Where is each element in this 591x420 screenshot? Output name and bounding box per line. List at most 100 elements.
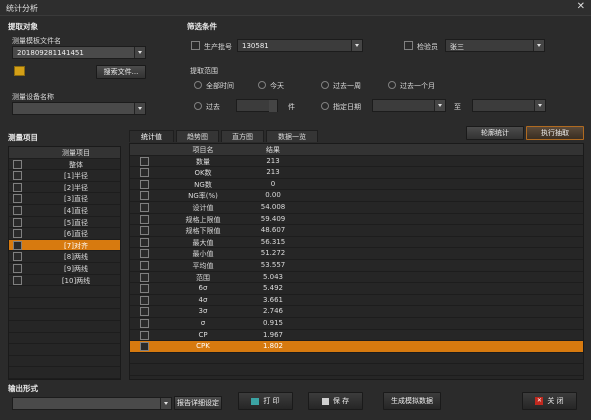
table-row[interactable] xyxy=(130,353,583,365)
list-item[interactable] xyxy=(9,309,120,321)
radio-date[interactable] xyxy=(321,102,329,110)
row-checkbox[interactable] xyxy=(140,330,149,340)
row-checkbox[interactable] xyxy=(140,272,149,282)
close-button[interactable]: ✕ 关 闭 xyxy=(522,392,577,410)
table-row[interactable]: 4σ 3.661 xyxy=(130,295,583,307)
list-item[interactable]: [8]两线 xyxy=(9,251,120,263)
row-checkbox[interactable] xyxy=(13,171,22,181)
tab-histogram[interactable]: 直方图 xyxy=(221,130,264,142)
table-row[interactable]: OK数 213 xyxy=(130,167,583,179)
row-checkbox[interactable] xyxy=(13,194,22,204)
spin-down-icon[interactable] xyxy=(269,106,277,112)
list-item[interactable]: [6]直径 xyxy=(9,228,120,240)
row-checkbox[interactable] xyxy=(140,295,149,305)
row-checkbox[interactable] xyxy=(140,260,149,270)
chevron-down-icon[interactable] xyxy=(134,47,145,58)
row-checkbox[interactable] xyxy=(13,229,22,239)
stats-grid[interactable]: 项目名 结果 数量 213 OK数 213 NG数 0 NG率(%) 0.00 设计值 54.00… xyxy=(129,143,584,380)
generate-mock-button[interactable]: 生成模拟数据 xyxy=(383,392,441,410)
list-item[interactable]: [4]直径 xyxy=(9,205,120,217)
table-row[interactable]: σ 0.915 xyxy=(130,318,583,330)
list-item[interactable] xyxy=(9,321,120,333)
inspector-checkbox[interactable] xyxy=(404,41,413,50)
search-file-button[interactable]: 搜索文件... xyxy=(96,65,146,79)
row-checkbox[interactable] xyxy=(140,156,149,166)
list-item[interactable]: [1]半径 xyxy=(9,170,120,182)
table-row[interactable]: 设计值 54.008 xyxy=(130,202,583,214)
chevron-down-icon[interactable] xyxy=(351,40,362,51)
list-item[interactable]: [7]对齐 xyxy=(9,239,120,252)
row-checkbox[interactable] xyxy=(140,307,149,317)
table-row[interactable]: 数量 213 xyxy=(130,156,583,168)
row-checkbox[interactable] xyxy=(140,284,149,294)
output-format-combo[interactable] xyxy=(12,397,172,410)
past-count-spinner[interactable] xyxy=(236,99,278,112)
radio-all-time[interactable] xyxy=(194,81,202,89)
row-checkbox[interactable] xyxy=(13,240,22,250)
radio-past-week[interactable] xyxy=(321,81,329,89)
row-checkbox[interactable] xyxy=(13,159,22,169)
chevron-down-icon[interactable] xyxy=(134,103,145,114)
row-checkbox[interactable] xyxy=(13,252,22,262)
table-row[interactable]: 3σ 2.746 xyxy=(130,306,583,318)
row-checkbox[interactable] xyxy=(140,191,149,201)
row-checkbox[interactable] xyxy=(13,263,22,273)
list-item[interactable]: 整体 xyxy=(9,159,120,171)
list-item[interactable] xyxy=(9,367,120,379)
radio-past-n[interactable] xyxy=(194,102,202,110)
list-item[interactable]: [9]两线 xyxy=(9,263,120,275)
tab-stats[interactable]: 统计值 xyxy=(129,130,174,142)
date-to-combo[interactable] xyxy=(472,99,546,112)
row-checkbox[interactable] xyxy=(13,182,22,192)
row-checkbox[interactable] xyxy=(13,275,22,285)
save-button[interactable]: 保 存 xyxy=(308,392,363,410)
row-checkbox[interactable] xyxy=(140,342,149,352)
table-row[interactable]: 规格上限值 59.409 xyxy=(130,214,583,226)
list-item[interactable]: [2]半径 xyxy=(9,182,120,194)
radio-today[interactable] xyxy=(258,81,266,89)
table-row[interactable]: 6σ 5.492 xyxy=(130,283,583,295)
table-row[interactable]: 最小值 51.272 xyxy=(130,248,583,260)
print-button[interactable]: 打 印 xyxy=(238,392,293,410)
table-row[interactable]: NG率(%) 0.00 xyxy=(130,190,583,202)
row-checkbox[interactable] xyxy=(13,205,22,215)
date-from-combo[interactable] xyxy=(372,99,446,112)
row-checkbox[interactable] xyxy=(140,179,149,189)
list-item[interactable] xyxy=(9,356,120,368)
radio-past-month[interactable] xyxy=(388,81,396,89)
table-row[interactable]: NG数 0 xyxy=(130,179,583,191)
row-checkbox[interactable] xyxy=(140,214,149,224)
chevron-down-icon[interactable] xyxy=(434,100,445,111)
chevron-down-icon[interactable] xyxy=(160,398,171,409)
execute-extract-button[interactable]: 执行抽取 xyxy=(526,126,584,140)
batch-combo[interactable]: 130581 xyxy=(237,39,363,52)
table-row[interactable]: CP 1.967 xyxy=(130,330,583,342)
list-item[interactable]: [10]两线 xyxy=(9,275,120,287)
row-checkbox[interactable] xyxy=(140,202,149,212)
table-row[interactable]: CPK 1.802 xyxy=(130,341,583,353)
list-item[interactable] xyxy=(9,333,120,345)
table-row[interactable]: 平均值 53.557 xyxy=(130,260,583,272)
table-row[interactable]: 规格下限值 48.607 xyxy=(130,225,583,237)
inspector-combo[interactable]: 张三 xyxy=(445,39,545,52)
list-item[interactable]: [3]直径 xyxy=(9,193,120,205)
report-settings-button[interactable]: 报告详细设定 xyxy=(174,396,222,410)
chevron-down-icon[interactable] xyxy=(534,100,545,111)
table-row[interactable]: 范围 5.043 xyxy=(130,272,583,284)
chevron-down-icon[interactable] xyxy=(533,40,544,51)
tab-data-list[interactable]: 数据一览 xyxy=(266,130,318,142)
measure-list[interactable]: 测量项目 整体 [1]半径 [2]半径 [3]直径 [4]直径 [5]直径 [6]直径 [7]… xyxy=(8,146,121,380)
folder-icon[interactable] xyxy=(14,66,25,76)
list-item[interactable]: [5]直径 xyxy=(9,217,120,229)
device-combo[interactable] xyxy=(12,102,146,115)
batch-checkbox[interactable] xyxy=(191,41,200,50)
row-checkbox[interactable] xyxy=(13,217,22,227)
row-checkbox[interactable] xyxy=(140,226,149,236)
list-item[interactable] xyxy=(9,344,120,356)
row-checkbox[interactable] xyxy=(140,168,149,178)
row-checkbox[interactable] xyxy=(140,249,149,259)
table-row[interactable] xyxy=(130,364,583,376)
tab-trend[interactable]: 趋势图 xyxy=(176,130,219,142)
row-checkbox[interactable] xyxy=(140,318,149,328)
list-item[interactable] xyxy=(9,298,120,310)
